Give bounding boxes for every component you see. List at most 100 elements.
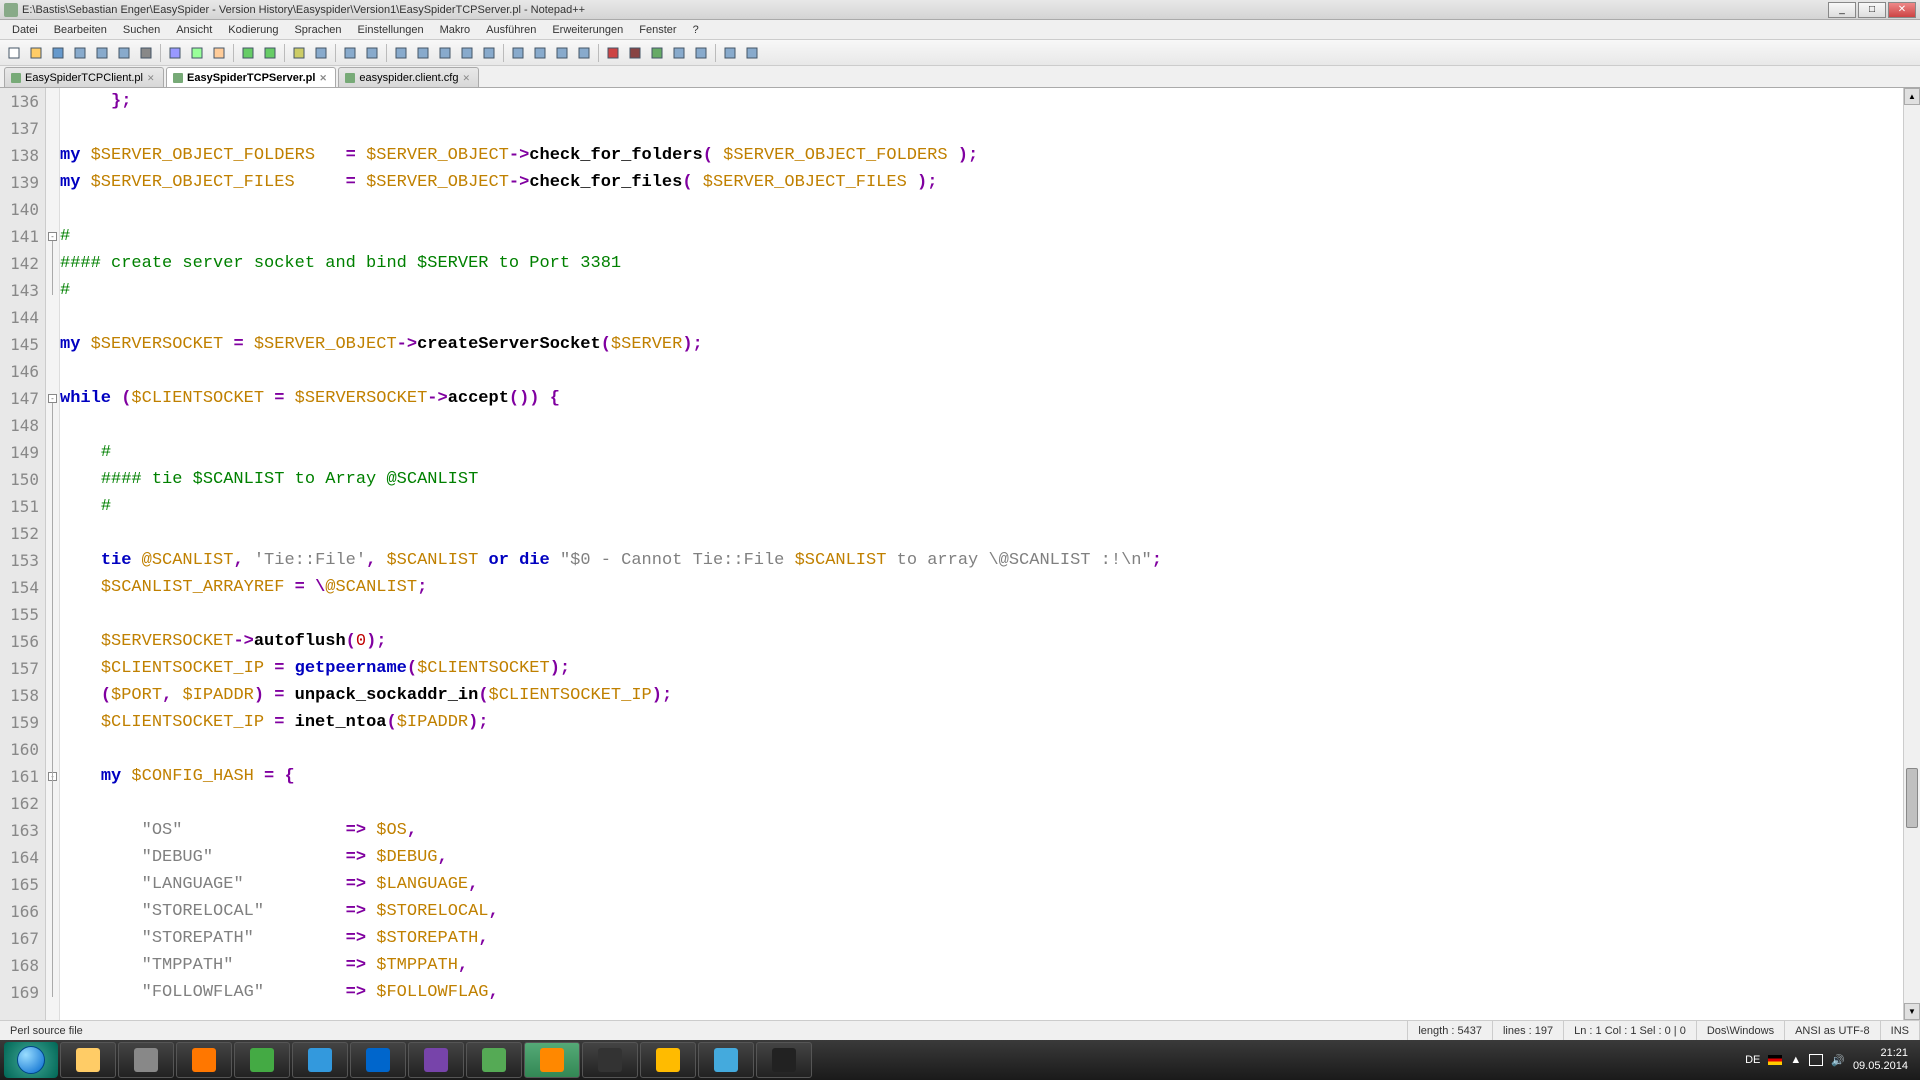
zoomin-button[interactable] [340,43,360,63]
wrap-button[interactable] [391,43,411,63]
fold-button[interactable] [457,43,477,63]
spell-button[interactable] [720,43,740,63]
stop-button[interactable] [625,43,645,63]
zoomout-button[interactable] [362,43,382,63]
code-line[interactable]: # [60,277,1903,304]
menu-kodierung[interactable]: Kodierung [220,22,286,38]
find-button[interactable] [289,43,309,63]
code-line[interactable]: "STOREPATH" => $STOREPATH, [60,925,1903,952]
code-line[interactable]: "DEBUG" => $DEBUG, [60,844,1903,871]
minimize-button[interactable]: _ [1828,2,1856,18]
code-line[interactable]: while ($CLIENTSOCKET = $SERVERSOCKET->ac… [60,385,1903,412]
new-button[interactable] [4,43,24,63]
code-line[interactable]: $SERVERSOCKET->autoflush(0); [60,628,1903,655]
taskbar-firefox[interactable] [176,1042,232,1078]
save-macro-button[interactable] [691,43,711,63]
cut-button[interactable] [165,43,185,63]
fold-column[interactable]: --- [46,88,60,1020]
menu-sprachen[interactable]: Sprachen [286,22,349,38]
code-line[interactable] [60,115,1903,142]
code-line[interactable]: "TMPPATH" => $TMPPATH, [60,952,1903,979]
code-line[interactable]: my $SERVERSOCKET = $SERVER_OBJECT->creat… [60,331,1903,358]
start-button[interactable] [4,1042,58,1078]
code-line[interactable] [60,358,1903,385]
menu-einstellungen[interactable]: Einstellungen [350,22,432,38]
code-line[interactable]: my $SERVER_OBJECT_FILES = $SERVER_OBJECT… [60,169,1903,196]
replace-button[interactable] [311,43,331,63]
taskbar-xampp[interactable] [524,1042,580,1078]
save-button[interactable] [48,43,68,63]
play-button[interactable] [647,43,667,63]
code-line[interactable]: $SCANLIST_ARRAYREF = \@SCANLIST; [60,574,1903,601]
func-button[interactable] [530,43,550,63]
menu-erweiterungen[interactable]: Erweiterungen [544,22,631,38]
code-line[interactable]: #### tie $SCANLIST to Array @SCANLIST [60,466,1903,493]
code-line[interactable]: my $SERVER_OBJECT_FOLDERS = $SERVER_OBJE… [60,142,1903,169]
tray-clock[interactable]: 21:21 09.05.2014 [1853,1047,1908,1073]
code-line[interactable]: # [60,493,1903,520]
taskbar-cube[interactable] [698,1042,754,1078]
record-button[interactable] [603,43,623,63]
playmulti-button[interactable] [669,43,689,63]
menu-makro[interactable]: Makro [432,22,479,38]
vertical-scrollbar[interactable]: ▲ ▼ [1903,88,1920,1020]
editor-area[interactable]: 1361371381391401411421431441451461471481… [0,88,1920,1020]
code-line[interactable]: "FOLLOWFLAG" => $FOLLOWFLAG, [60,979,1903,1006]
unfold-button[interactable] [479,43,499,63]
tab-1[interactable]: EasySpiderTCPServer.pl✕ [166,67,336,87]
taskbar-bat[interactable] [582,1042,638,1078]
code-line[interactable]: "OS" => $OS, [60,817,1903,844]
taskbar-server[interactable] [118,1042,174,1078]
code-line[interactable]: $CLIENTSOCKET_IP = getpeername($CLIENTSO… [60,655,1903,682]
tab-0[interactable]: EasySpiderTCPClient.pl✕ [4,67,164,87]
code-content[interactable]: }; my $SERVER_OBJECT_FOLDERS = $SERVER_O… [60,88,1903,1020]
code-line[interactable]: "STORELOCAL" => $STORELOCAL, [60,898,1903,925]
indent-button[interactable] [435,43,455,63]
system-tray[interactable]: DE ▲ 🔊 21:21 09.05.2014 [1745,1047,1916,1073]
code-line[interactable]: }; [60,88,1903,115]
copy-button[interactable] [187,43,207,63]
code-line[interactable]: tie @SCANLIST, 'Tie::File', $SCANLIST or… [60,547,1903,574]
paste-button[interactable] [209,43,229,63]
spell2-button[interactable] [742,43,762,63]
menu-ansicht[interactable]: Ansicht [168,22,220,38]
saveall-button[interactable] [70,43,90,63]
close-button[interactable] [92,43,112,63]
maximize-button[interactable]: □ [1858,2,1886,18]
scroll-down-button[interactable]: ▼ [1904,1003,1920,1020]
menu-fenster[interactable]: Fenster [631,22,684,38]
taskbar-terminal[interactable] [756,1042,812,1078]
taskbar-shield[interactable] [466,1042,522,1078]
tray-volume-icon[interactable]: 🔊 [1831,1054,1845,1067]
code-line[interactable]: #### create server socket and bind $SERV… [60,250,1903,277]
taskbar-chrome[interactable] [234,1042,290,1078]
menu-ausführen[interactable]: Ausführen [478,22,544,38]
taskbar-ie[interactable] [292,1042,348,1078]
taskbar-mysql[interactable] [640,1042,696,1078]
code-line[interactable] [60,790,1903,817]
menu-?[interactable]: ? [685,22,707,38]
code-line[interactable] [60,601,1903,628]
tab-close-icon[interactable]: ✕ [147,73,157,83]
hidepanel-button[interactable] [508,43,528,63]
code-line[interactable] [60,196,1903,223]
redo-button[interactable] [260,43,280,63]
print-button[interactable] [136,43,156,63]
allchars-button[interactable] [413,43,433,63]
tray-language[interactable]: DE [1745,1054,1760,1066]
code-line[interactable] [60,304,1903,331]
tab-close-icon[interactable]: ✕ [462,73,472,83]
menu-suchen[interactable]: Suchen [115,22,168,38]
closeall-button[interactable] [114,43,134,63]
undo-button[interactable] [238,43,258,63]
open-button[interactable] [26,43,46,63]
code-line[interactable]: ($PORT, $IPADDR) = unpack_sockaddr_in($C… [60,682,1903,709]
taskbar-search[interactable] [350,1042,406,1078]
close-button[interactable]: ✕ [1888,2,1916,18]
menu-bearbeiten[interactable]: Bearbeiten [46,22,115,38]
tab-2[interactable]: easyspider.client.cfg✕ [338,67,479,87]
code-line[interactable]: # [60,439,1903,466]
uncomment-button[interactable] [574,43,594,63]
code-line[interactable]: my $CONFIG_HASH = { [60,763,1903,790]
comment-button[interactable] [552,43,572,63]
